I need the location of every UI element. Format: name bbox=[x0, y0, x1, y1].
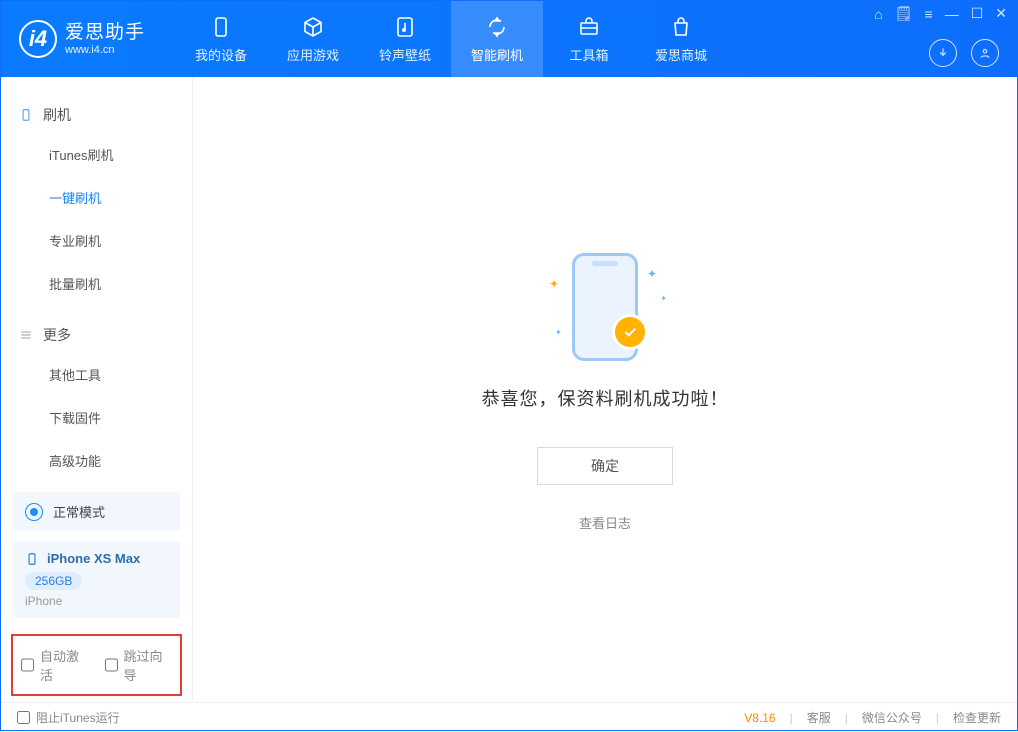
logo-icon: i4 bbox=[19, 20, 57, 58]
tab-ringtones-wallpapers[interactable]: 铃声壁纸 bbox=[359, 1, 451, 77]
download-icon[interactable] bbox=[929, 39, 957, 67]
shirt-icon[interactable]: ⌂ bbox=[874, 6, 882, 22]
tab-label: 智能刷机 bbox=[471, 45, 523, 64]
sidebar: 刷机 iTunes刷机 一键刷机 专业刷机 批量刷机 更多 其他工具 下载固件 … bbox=[1, 77, 193, 702]
sidebar-item-one-click-flash[interactable]: 一键刷机 bbox=[1, 176, 192, 219]
checkbox-label: 自动激活 bbox=[40, 646, 88, 684]
menu-icon bbox=[19, 328, 33, 342]
sidebar-item-download-firmware[interactable]: 下载固件 bbox=[1, 396, 192, 439]
checkbox-input[interactable] bbox=[17, 711, 30, 724]
flash-options-row: 自动激活 跳过向导 bbox=[11, 634, 182, 696]
tab-smart-flash[interactable]: 智能刷机 bbox=[451, 1, 543, 77]
footer-link-support[interactable]: 客服 bbox=[807, 709, 831, 726]
mode-dot-icon bbox=[25, 503, 43, 521]
device-name: iPhone XS Max bbox=[47, 551, 140, 566]
checkbox-label: 阻止iTunes运行 bbox=[36, 709, 120, 726]
footer-link-wechat[interactable]: 微信公众号 bbox=[862, 709, 922, 726]
nav-tabs: 我的设备 应用游戏 铃声壁纸 智能刷机 工具箱 爱思商城 bbox=[175, 1, 727, 77]
sparkle-icon: ✦ bbox=[647, 267, 657, 281]
sidebar-group-more: 更多 bbox=[1, 317, 192, 353]
tab-label: 应用游戏 bbox=[287, 45, 339, 64]
device-card[interactable]: iPhone XS Max 256GB iPhone bbox=[13, 541, 180, 618]
success-message: 恭喜您，保资料刷机成功啦！ bbox=[482, 385, 729, 411]
tab-label: 工具箱 bbox=[570, 45, 609, 64]
maximize-icon[interactable]: ☐ bbox=[971, 5, 984, 22]
checkbox-skip-guide[interactable]: 跳过向导 bbox=[105, 646, 173, 684]
version-label: V8.16 bbox=[744, 711, 775, 725]
main-content: ✦ ✦ ✦ ✦ 恭喜您，保资料刷机成功啦！ 确定 查看日志 bbox=[193, 77, 1017, 702]
separator: | bbox=[790, 711, 793, 725]
header-right-icons bbox=[929, 39, 999, 67]
titlebar-controls: ⌂ 🗒 ≡ — ☐ ✕ bbox=[874, 5, 1007, 22]
sidebar-group-title: 刷机 bbox=[43, 105, 71, 125]
device-type: iPhone bbox=[25, 594, 168, 608]
success-illustration: ✦ ✦ ✦ ✦ bbox=[525, 247, 685, 367]
bag-icon bbox=[669, 14, 693, 40]
tab-apps-games[interactable]: 应用游戏 bbox=[267, 1, 359, 77]
view-log-link[interactable]: 查看日志 bbox=[579, 513, 631, 532]
cube-icon bbox=[301, 14, 325, 40]
sidebar-item-itunes-flash[interactable]: iTunes刷机 bbox=[1, 133, 192, 176]
tab-label: 铃声壁纸 bbox=[379, 45, 431, 64]
checkbox-input[interactable] bbox=[21, 658, 34, 672]
sidebar-item-pro-flash[interactable]: 专业刷机 bbox=[1, 219, 192, 262]
sparkle-icon: ✦ bbox=[549, 277, 559, 291]
check-badge-icon bbox=[615, 317, 645, 347]
app-logo: i4 爱思助手 www.i4.cn bbox=[1, 20, 163, 58]
note-icon[interactable]: 🗒 bbox=[895, 5, 913, 22]
close-icon[interactable]: ✕ bbox=[995, 5, 1007, 22]
device-capacity: 256GB bbox=[25, 572, 82, 590]
app-body: 刷机 iTunes刷机 一键刷机 专业刷机 批量刷机 更多 其他工具 下载固件 … bbox=[1, 77, 1017, 702]
tab-store[interactable]: 爱思商城 bbox=[635, 1, 727, 77]
tab-label: 我的设备 bbox=[195, 45, 247, 64]
refresh-icon bbox=[485, 14, 509, 40]
app-domain: www.i4.cn bbox=[65, 44, 145, 57]
device-phone-icon bbox=[25, 552, 39, 566]
sidebar-item-batch-flash[interactable]: 批量刷机 bbox=[1, 262, 192, 305]
device-icon bbox=[209, 14, 233, 40]
confirm-button[interactable]: 确定 bbox=[537, 447, 673, 485]
sparkle-icon: ✦ bbox=[660, 294, 667, 303]
separator: | bbox=[936, 711, 939, 725]
app-name: 爱思助手 bbox=[65, 22, 145, 44]
sidebar-group-flash: 刷机 bbox=[1, 97, 192, 133]
status-bar: 阻止iTunes运行 V8.16 | 客服 | 微信公众号 | 检查更新 bbox=[1, 702, 1017, 732]
minimize-icon[interactable]: — bbox=[945, 6, 959, 22]
sidebar-group-title: 更多 bbox=[43, 325, 71, 345]
tab-my-device[interactable]: 我的设备 bbox=[175, 1, 267, 77]
toolbox-icon bbox=[577, 14, 601, 40]
tab-label: 爱思商城 bbox=[655, 45, 707, 64]
checkbox-input[interactable] bbox=[105, 658, 118, 672]
sidebar-item-advanced[interactable]: 高级功能 bbox=[1, 439, 192, 482]
user-icon[interactable] bbox=[971, 39, 999, 67]
tab-toolbox[interactable]: 工具箱 bbox=[543, 1, 635, 77]
footer-link-update[interactable]: 检查更新 bbox=[953, 709, 1001, 726]
checkbox-block-itunes[interactable]: 阻止iTunes运行 bbox=[17, 709, 120, 726]
music-icon bbox=[393, 14, 417, 40]
separator: | bbox=[845, 711, 848, 725]
mode-label: 正常模式 bbox=[53, 502, 105, 521]
sidebar-item-other-tools[interactable]: 其他工具 bbox=[1, 353, 192, 396]
mode-indicator[interactable]: 正常模式 bbox=[13, 492, 180, 531]
phone-icon bbox=[19, 108, 33, 122]
checkbox-auto-activate[interactable]: 自动激活 bbox=[21, 646, 89, 684]
checkbox-label: 跳过向导 bbox=[124, 646, 172, 684]
list-icon[interactable]: ≡ bbox=[925, 6, 933, 22]
sparkle-icon: ✦ bbox=[555, 328, 562, 337]
app-header: i4 爱思助手 www.i4.cn 我的设备 应用游戏 铃声壁纸 智能刷机 工具… bbox=[1, 1, 1017, 77]
